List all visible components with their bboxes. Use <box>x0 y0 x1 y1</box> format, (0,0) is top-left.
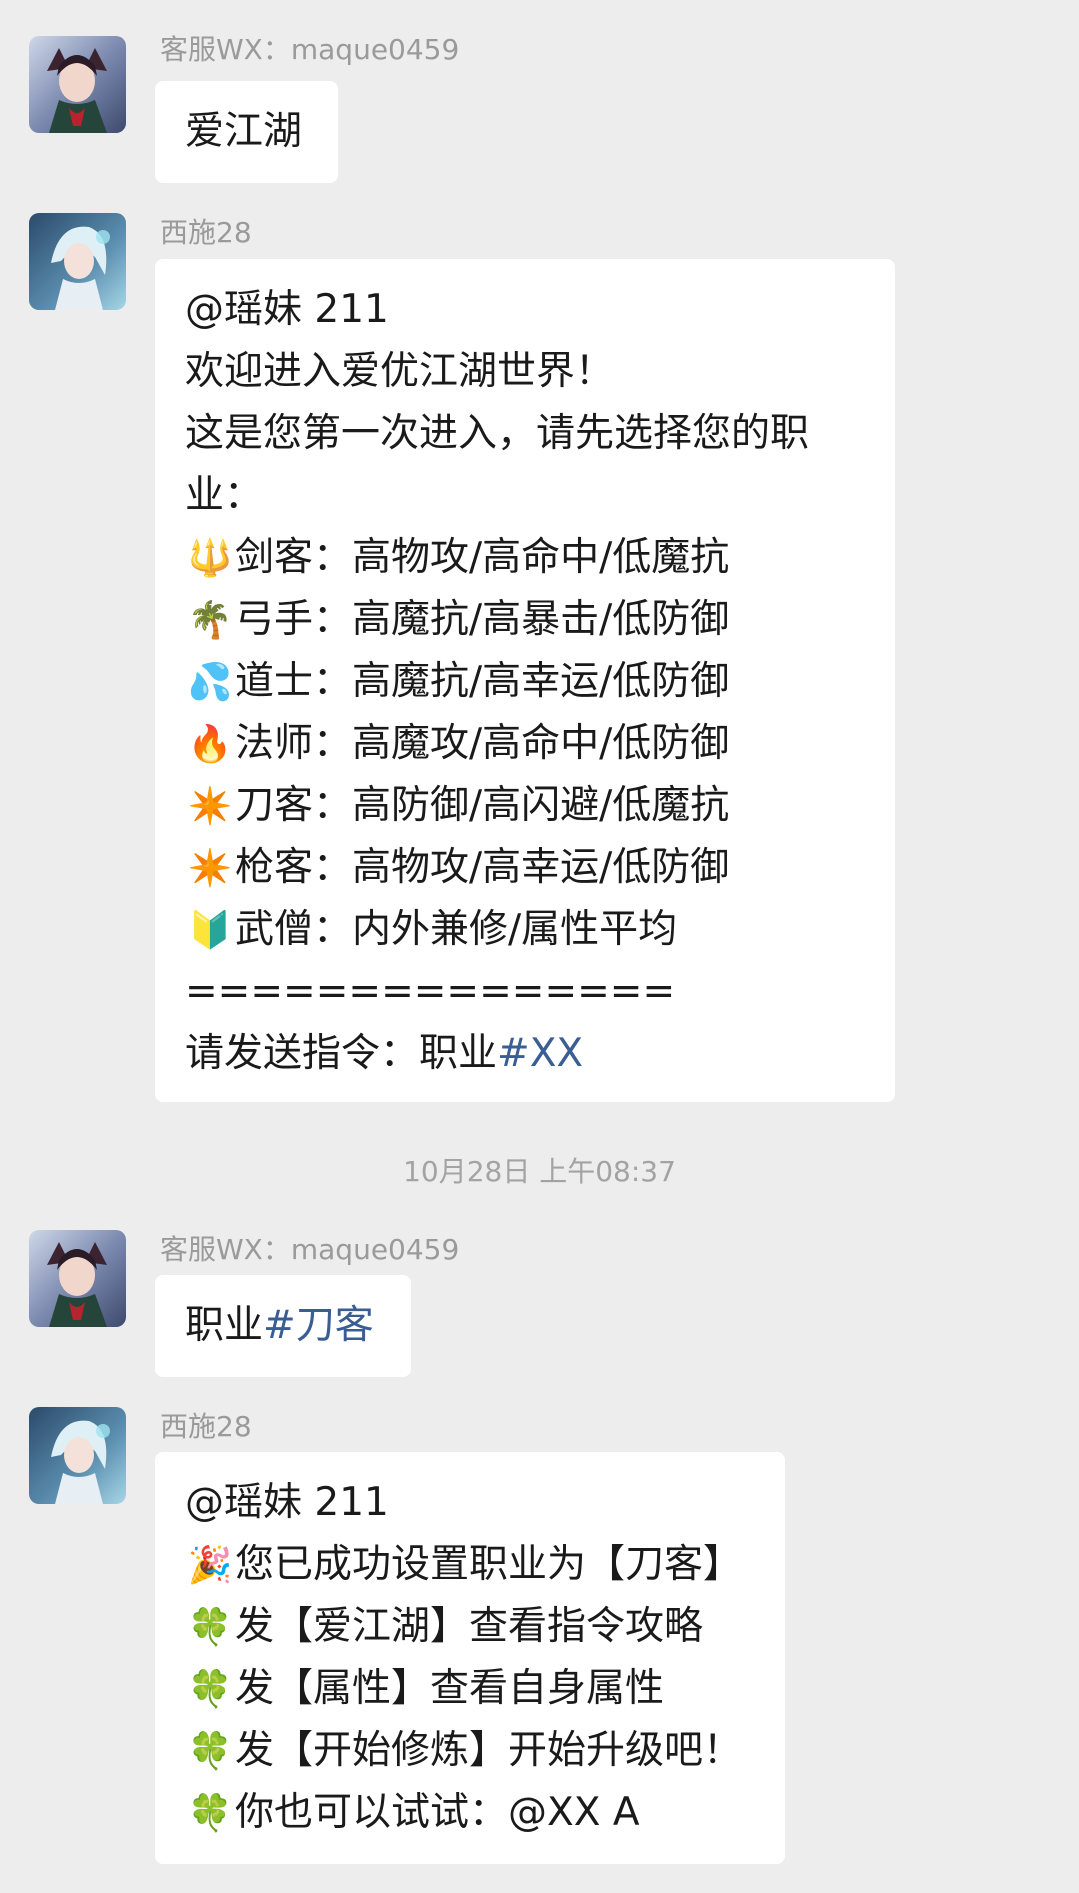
message-bubble[interactable]: 爱江湖 <box>155 81 338 183</box>
avatar[interactable] <box>29 1230 126 1327</box>
four-leaf-clover-icon: 🍀 <box>187 1793 233 1834</box>
sender-name: 西施28 <box>160 1410 252 1443</box>
sender-name: 西施28 <box>160 216 252 249</box>
message-line: 请发送指令：职业#XX <box>185 1023 865 1085</box>
message-line: 🍀发【爱江湖】查看指令攻略 <box>185 1596 755 1658</box>
message-text: 这是您第一次进入，请先选择您的职 <box>185 411 810 456</box>
message-text: =============== <box>185 969 676 1014</box>
message-text: 刀客：高防御/高闪避/低魔抗 <box>235 783 730 828</box>
hashtag-link[interactable]: #XX <box>497 1031 583 1076</box>
message-text: 武僧：内外兼修/属性平均 <box>235 907 678 952</box>
hashtag-link[interactable]: #刀客 <box>263 1303 374 1348</box>
message-line: 🔥法师：高魔攻/高命中/低防御 <box>185 713 865 775</box>
sweat-droplets-icon: 💦 <box>187 662 233 703</box>
four-leaf-clover-icon: 🍀 <box>187 1607 233 1648</box>
message-text: 枪客：高物攻/高幸运/低防御 <box>235 845 730 890</box>
message-text: 爱江湖 <box>185 109 303 154</box>
message-text: 发【开始修炼】开始升级吧！ <box>235 1728 743 1773</box>
message-bubble[interactable]: @瑶妹 211 🎉您已成功设置职业为【刀客】 🍀发【爱江湖】查看指令攻略 🍀发【… <box>155 1452 785 1864</box>
message-text: 您已成功设置职业为【刀客】 <box>235 1542 743 1587</box>
avatar[interactable] <box>29 36 126 133</box>
message-line: 职业#刀客 <box>185 1295 381 1357</box>
message-text: 业： <box>185 473 264 518</box>
message-text: 剑客：高物攻/高命中/低魔抗 <box>235 535 730 580</box>
message-text: @瑶妹 211 <box>185 1480 389 1525</box>
message-text: 发【属性】查看自身属性 <box>235 1666 665 1711</box>
message-line: ✴️刀客：高防御/高闪避/低魔抗 <box>185 775 865 837</box>
message-bubble[interactable]: 职业#刀客 <box>155 1275 411 1377</box>
avatar[interactable] <box>29 1407 126 1504</box>
message-text: 发【爱江湖】查看指令攻略 <box>235 1604 704 1649</box>
message-text: 道士：高魔抗/高幸运/低防御 <box>235 659 730 704</box>
message-text: 请发送指令：职业 <box>185 1031 498 1076</box>
message-bubble[interactable]: @瑶妹 211 欢迎进入爱优江湖世界！ 这是您第一次进入，请先选择您的职 业： … <box>155 259 895 1102</box>
message-text: 你也可以试试：@XX A <box>235 1790 640 1835</box>
eight-pointed-star-icon: ✴️ <box>187 848 233 889</box>
message-line: 🍀发【开始修炼】开始升级吧！ <box>185 1720 755 1782</box>
message-line: ✴️枪客：高物攻/高幸运/低防御 <box>185 837 865 899</box>
message-line: 🎉您已成功设置职业为【刀客】 <box>185 1534 755 1596</box>
message-line: 🔰武僧：内外兼修/属性平均 <box>185 899 865 961</box>
eight-pointed-star-icon: ✴️ <box>187 786 233 827</box>
message-line: 🍀发【属性】查看自身属性 <box>185 1658 755 1720</box>
message-line: 💦道士：高魔抗/高幸运/低防御 <box>185 651 865 713</box>
fire-icon: 🔥 <box>187 724 233 765</box>
timestamp: 10月28日 上午08:37 <box>403 1155 676 1188</box>
four-leaf-clover-icon: 🍀 <box>187 1731 233 1772</box>
avatar[interactable] <box>29 213 126 310</box>
party-popper-icon: 🎉 <box>187 1545 233 1586</box>
message-text: @瑶妹 211 <box>185 287 389 332</box>
message-text: 法师：高魔攻/高命中/低防御 <box>235 721 730 766</box>
message-line: 🔱剑客：高物攻/高命中/低魔抗 <box>185 527 865 589</box>
sender-name: 客服WX：maque0459 <box>160 33 460 66</box>
four-leaf-clover-icon: 🍀 <box>187 1669 233 1710</box>
message-line: 🌴弓手：高魔抗/高暴击/低防御 <box>185 589 865 651</box>
message-text: 欢迎进入爱优江湖世界！ <box>185 349 615 394</box>
beginner-symbol-icon: 🔰 <box>187 910 233 951</box>
message-text: 弓手：高魔抗/高暴击/低防御 <box>235 597 730 642</box>
palm-tree-icon: 🌴 <box>187 600 233 641</box>
message-line: 🍀你也可以试试：@XX A <box>185 1782 755 1844</box>
message-text: 职业 <box>185 1303 264 1348</box>
trident-icon: 🔱 <box>187 538 233 579</box>
sender-name: 客服WX：maque0459 <box>160 1233 460 1266</box>
